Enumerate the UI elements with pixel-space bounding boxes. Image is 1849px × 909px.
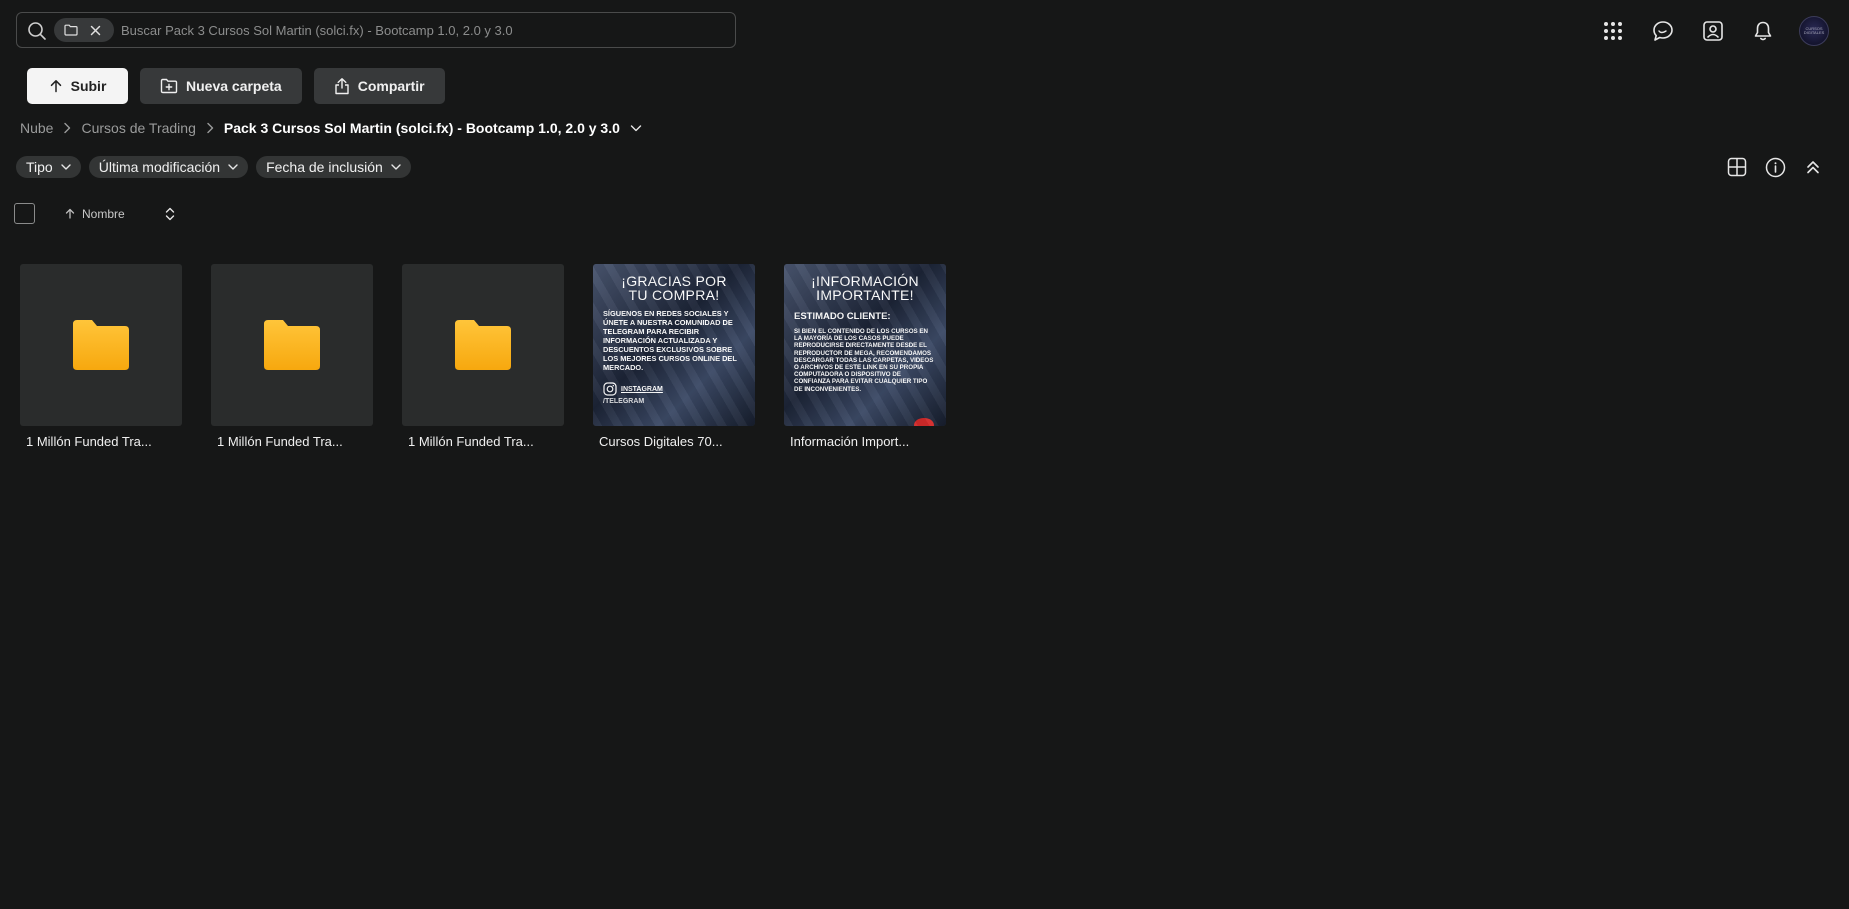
- avatar[interactable]: CURSOS DIGITALES: [1799, 16, 1829, 46]
- item-name: 1 Millón Funded Tra...: [408, 434, 534, 449]
- poster-body: SI BIEN EL CONTENIDO DE LOS CURSOS EN LA…: [794, 328, 934, 393]
- file-grid: 1 Millón Funded Tra... 1 Millón Funded T…: [20, 264, 946, 449]
- filter-bar: Tipo Última modificación Fecha de inclus…: [16, 156, 411, 178]
- chevron-down-icon: [391, 164, 401, 170]
- arrow-up-icon: [49, 79, 63, 93]
- folder-item[interactable]: 1 Millón Funded Tra...: [211, 264, 373, 449]
- upload-label: Subir: [70, 78, 107, 94]
- notifications-bell-icon[interactable]: [1749, 17, 1777, 45]
- search-input[interactable]: [121, 19, 721, 41]
- apps-grid-icon[interactable]: [1599, 17, 1627, 45]
- view-controls: [1725, 155, 1825, 179]
- poster-title: ¡GRACIAS POR TU COMPRA!: [621, 273, 727, 303]
- share-icon: [334, 77, 350, 95]
- new-folder-label: Nueva carpeta: [186, 78, 282, 94]
- poster-instagram: INSTAGRAM: [603, 382, 745, 396]
- image-thumbnail: ¡GRACIAS POR TU COMPRA! SÍGUENOS EN REDE…: [593, 264, 755, 426]
- filter-type[interactable]: Tipo: [16, 156, 81, 178]
- chevron-down-icon: [61, 164, 71, 170]
- info-poster: ¡INFORMACIÓN IMPORTANTE! ESTIMADO CLIENT…: [784, 264, 946, 426]
- collapse-up-icon[interactable]: [1801, 155, 1825, 179]
- avatar-text: CURSOS DIGITALES: [1803, 26, 1825, 35]
- chevron-right-icon: [63, 122, 71, 134]
- item-name: Cursos Digitales 70...: [599, 434, 723, 449]
- filter-date-added-label: Fecha de inclusión: [266, 159, 383, 175]
- folder-item[interactable]: 1 Millón Funded Tra...: [402, 264, 564, 449]
- info-icon[interactable]: [1763, 155, 1787, 179]
- filter-type-label: Tipo: [26, 159, 53, 175]
- filter-last-modified-label: Última modificación: [98, 159, 221, 175]
- folder-thumbnail: [402, 264, 564, 426]
- action-toolbar: Subir Nueva carpeta Compartir: [27, 68, 445, 104]
- red-badge: [914, 418, 934, 426]
- folder-icon: [453, 318, 513, 372]
- folder-thumbnail: [211, 264, 373, 426]
- header-icons: CURSOS DIGITALES: [1599, 16, 1829, 46]
- chevron-down-icon[interactable]: [630, 124, 642, 132]
- new-folder-button[interactable]: Nueva carpeta: [140, 68, 302, 104]
- folder-icon: [71, 318, 131, 372]
- folder-icon: [64, 24, 78, 36]
- select-all-checkbox[interactable]: [14, 203, 35, 224]
- sort-toggle-icon[interactable]: [165, 206, 175, 222]
- upload-button[interactable]: Subir: [27, 68, 128, 104]
- item-name: 1 Millón Funded Tra...: [217, 434, 343, 449]
- share-label: Compartir: [357, 78, 425, 94]
- item-name: 1 Millón Funded Tra...: [26, 434, 152, 449]
- poster-telegram: /TELEGRAM: [603, 398, 645, 405]
- chat-icon[interactable]: [1649, 17, 1677, 45]
- image-file-item[interactable]: ¡INFORMACIÓN IMPORTANTE! ESTIMADO CLIENT…: [784, 264, 946, 449]
- clear-scope-icon[interactable]: [90, 25, 101, 36]
- search-bar[interactable]: [16, 12, 736, 48]
- filter-last-modified[interactable]: Última modificación: [88, 156, 249, 178]
- breadcrumb: Nube Cursos de Trading Pack 3 Cursos Sol…: [20, 120, 642, 136]
- thanks-poster: ¡GRACIAS POR TU COMPRA! SÍGUENOS EN REDE…: [593, 264, 755, 426]
- filter-date-added[interactable]: Fecha de inclusión: [256, 156, 411, 178]
- arrow-up-icon: [65, 208, 75, 219]
- instagram-icon: [603, 382, 617, 396]
- image-thumbnail: ¡INFORMACIÓN IMPORTANTE! ESTIMADO CLIENT…: [784, 264, 946, 426]
- folder-scope-chip[interactable]: [54, 18, 114, 42]
- breadcrumb-item-trading-courses[interactable]: Cursos de Trading: [81, 120, 195, 136]
- poster-body: SÍGUENOS EN REDES SOCIALES Y ÚNETE A NUE…: [603, 309, 737, 372]
- chevron-right-icon: [206, 122, 214, 134]
- poster-heading: ESTIMADO CLIENTE:: [794, 311, 891, 322]
- breadcrumb-current-folder[interactable]: Pack 3 Cursos Sol Martin (solci.fx) - Bo…: [224, 120, 620, 136]
- item-name: Información Import...: [790, 434, 910, 449]
- folder-item[interactable]: 1 Millón Funded Tra...: [20, 264, 182, 449]
- grid-view-icon[interactable]: [1725, 155, 1749, 179]
- folder-plus-icon: [160, 78, 178, 94]
- sort-by-name[interactable]: Nombre: [65, 207, 125, 221]
- folder-thumbnail: [20, 264, 182, 426]
- sort-row: Nombre: [14, 203, 175, 224]
- breadcrumb-item-cloud[interactable]: Nube: [20, 120, 53, 136]
- chevron-down-icon: [228, 164, 238, 170]
- image-file-item[interactable]: ¡GRACIAS POR TU COMPRA! SÍGUENOS EN REDE…: [593, 264, 755, 449]
- contacts-icon[interactable]: [1699, 17, 1727, 45]
- search-icon[interactable]: [27, 21, 47, 41]
- sort-label: Nombre: [82, 206, 125, 221]
- poster-title: ¡INFORMACIÓN IMPORTANTE!: [811, 273, 919, 303]
- share-button[interactable]: Compartir: [313, 68, 445, 104]
- folder-icon: [262, 318, 322, 372]
